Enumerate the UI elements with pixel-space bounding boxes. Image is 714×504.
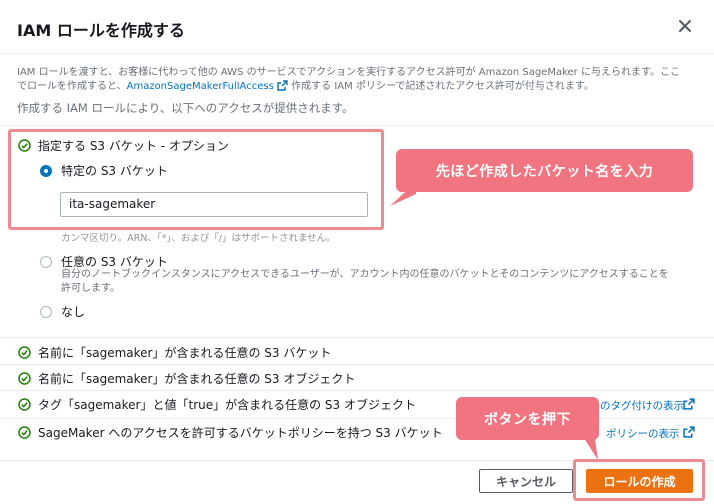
description-suffix: 作成する IAM ポリシーで記述されたアクセス許可が付与されます。 — [287, 81, 594, 92]
dialog-title: IAM ロールを作成する — [17, 21, 185, 40]
description-line-2: でロールを作成すると、AmazonSageMakerFullAccess 作成す… — [17, 80, 697, 94]
dialog-description: IAM ロールを渡すと、お客様に代わって他の AWS のサービスでアクションを実… — [17, 66, 697, 94]
specific-bucket-label[interactable]: 特定の S3 バケット — [61, 162, 168, 179]
none-radio[interactable] — [40, 306, 52, 318]
check-circle-icon — [18, 398, 31, 411]
specific-bucket-radio[interactable] — [40, 165, 52, 177]
description-prefix: でロールを作成すると、 — [17, 81, 127, 92]
full-access-policy-link[interactable]: AmazonSageMakerFullAccess — [127, 81, 274, 92]
check-circle-icon — [18, 346, 31, 359]
external-link-icon[interactable] — [277, 80, 288, 91]
access-item: タグ「sagemaker」と値「true」が含まれる任意の S3 オブジェクト — [38, 398, 416, 412]
access-item: 名前に「sagemaker」が含まれる任意の S3 バケット — [38, 346, 332, 360]
external-link-icon[interactable] — [683, 398, 695, 410]
check-circle-icon — [18, 426, 31, 439]
dialog-header: IAM ロールを作成する — [0, 0, 714, 54]
button-callout: ボタンを押下 — [456, 397, 599, 440]
access-item: 名前に「sagemaker」が含まれる任意の S3 オブジェクト — [38, 372, 356, 386]
policy-link[interactable]: ポリシーの表示 — [606, 426, 680, 441]
s3-option-title: 指定する S3 バケット - オプション — [38, 139, 229, 153]
divider — [0, 125, 714, 126]
cancel-button[interactable]: キャンセル — [479, 469, 573, 493]
access-item: SageMaker へのアクセスを許可するバケットポリシーを持つ S3 バケット — [38, 426, 443, 440]
any-bucket-desc-line-2: 許可します。 — [61, 283, 120, 294]
divider — [0, 418, 714, 419]
tagging-link[interactable]: のタグ付けの表示 — [600, 398, 684, 413]
any-bucket-radio[interactable] — [40, 256, 52, 268]
create-iam-role-dialog: IAM ロールを作成する IAM ロールを渡すと、お客様に代わって他の AWS … — [0, 0, 714, 504]
bucket-name-input[interactable]: ita-sagemaker — [60, 192, 368, 217]
close-icon[interactable] — [674, 15, 696, 37]
bucket-callout: 先ほど作成したバケット名を入力 — [396, 149, 693, 192]
divider — [0, 390, 714, 391]
access-intro: 作成する IAM ロールにより、以下へのアクセスが提供されます。 — [17, 101, 354, 115]
divider — [0, 364, 714, 365]
any-bucket-description: 自分のノートブックインスタンスにアクセスできるユーザーが、アカウント内の任意のバ… — [61, 268, 669, 296]
divider — [0, 337, 714, 338]
check-circle-icon — [18, 372, 31, 385]
check-circle-icon — [18, 139, 31, 152]
create-role-button[interactable]: ロールの作成 — [586, 469, 693, 493]
none-label[interactable]: なし — [61, 303, 85, 320]
description-line-1: IAM ロールを渡すと、お客様に代わって他の AWS のサービスでアクションを実… — [17, 67, 680, 78]
external-link-icon[interactable] — [683, 426, 695, 438]
bucket-hint: カンマ区切り。ARN、「*」、および「/」はサポートされません。 — [61, 233, 336, 244]
any-bucket-desc-line-1: 自分のノートブックインスタンスにアクセスできるユーザーが、アカウント内の任意のバ… — [61, 269, 669, 280]
